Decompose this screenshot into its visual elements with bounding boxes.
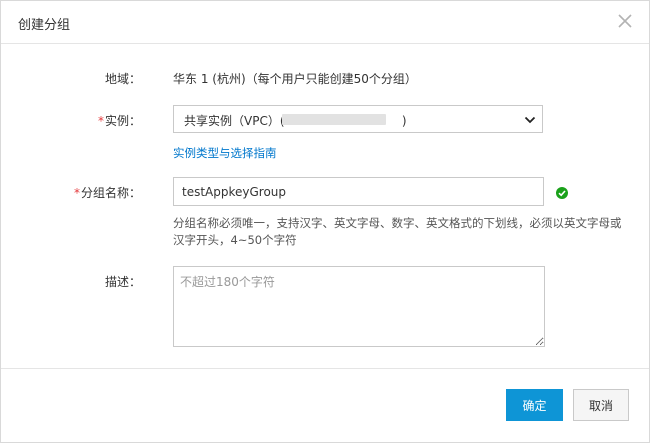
cancel-button[interactable]: 取消 [573, 389, 629, 421]
region-label: 地域： [104, 72, 141, 86]
instance-type-guide-link[interactable]: 实例类型与选择指南 [173, 145, 277, 161]
create-group-dialog: 创建分组 地域： 华东 1 (杭州)（每个用户只能创建50个分组） *实例： 共… [0, 0, 650, 443]
confirm-button[interactable]: 确定 [506, 389, 563, 421]
close-icon[interactable] [617, 13, 633, 29]
region-value: 华东 1 (杭州)（每个用户只能创建50个分组） [173, 72, 417, 86]
instance-label-text: 实例： [104, 114, 141, 128]
instance-select[interactable]: 共享实例（VPC）(a) [173, 105, 543, 133]
required-mark: * [73, 186, 80, 200]
description-textarea[interactable] [173, 266, 545, 347]
chevron-down-icon [524, 114, 536, 124]
group-name-label: *分组名称： [11, 184, 141, 201]
group-name-help-text: 分组名称必须唯一，支持汉字、英文字母、数字、英文格式的下划线，必须以英文字母或汉… [173, 216, 622, 247]
dialog-title: 创建分组 [18, 18, 71, 33]
required-mark: * [97, 114, 104, 128]
instance-selected-prefix: 共享实例（VPC）(a [184, 114, 292, 128]
check-circle-icon [556, 187, 568, 199]
redacted-mask [282, 114, 386, 125]
description-label: 描述： [104, 275, 141, 289]
group-name-label-text: 分组名称： [80, 186, 141, 200]
instance-label: *实例： [11, 112, 141, 129]
group-name-input[interactable] [173, 177, 544, 206]
dialog-header: 创建分组 [1, 1, 649, 44]
dialog-footer: 确定 取消 [1, 368, 649, 443]
instance-selected-suffix: ) [401, 114, 407, 128]
